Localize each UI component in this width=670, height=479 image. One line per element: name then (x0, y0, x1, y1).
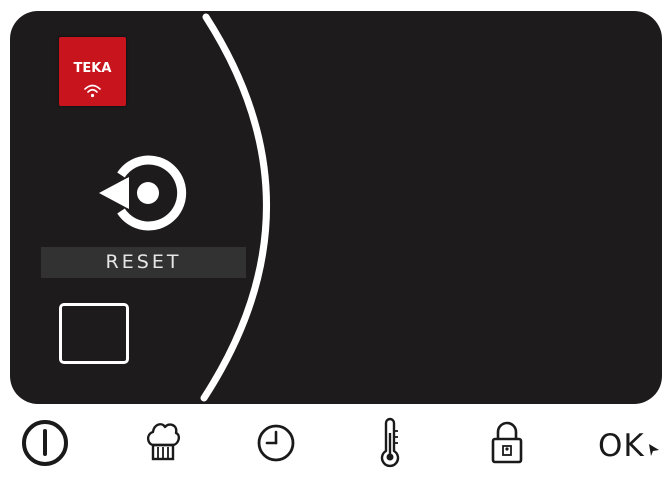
brand-name: TEKA (73, 61, 112, 76)
chef-hat-icon[interactable] (145, 417, 181, 469)
reset-rotate-icon[interactable] (85, 141, 205, 241)
ok-label: OK (598, 428, 645, 464)
wifi-icon (84, 84, 101, 98)
lock-icon[interactable] (487, 417, 527, 469)
reset-label[interactable]: RESET (41, 247, 246, 278)
oven-display-screen: TEKA RESET (10, 11, 662, 404)
clock-icon[interactable] (251, 417, 301, 469)
teka-logo: TEKA (59, 37, 126, 106)
pointer-cursor-icon (649, 444, 659, 456)
thermometer-icon[interactable] (375, 417, 405, 469)
power-icon[interactable] (19, 417, 71, 469)
ok-button[interactable]: OK (598, 426, 666, 466)
square-outline-icon[interactable] (59, 303, 129, 364)
